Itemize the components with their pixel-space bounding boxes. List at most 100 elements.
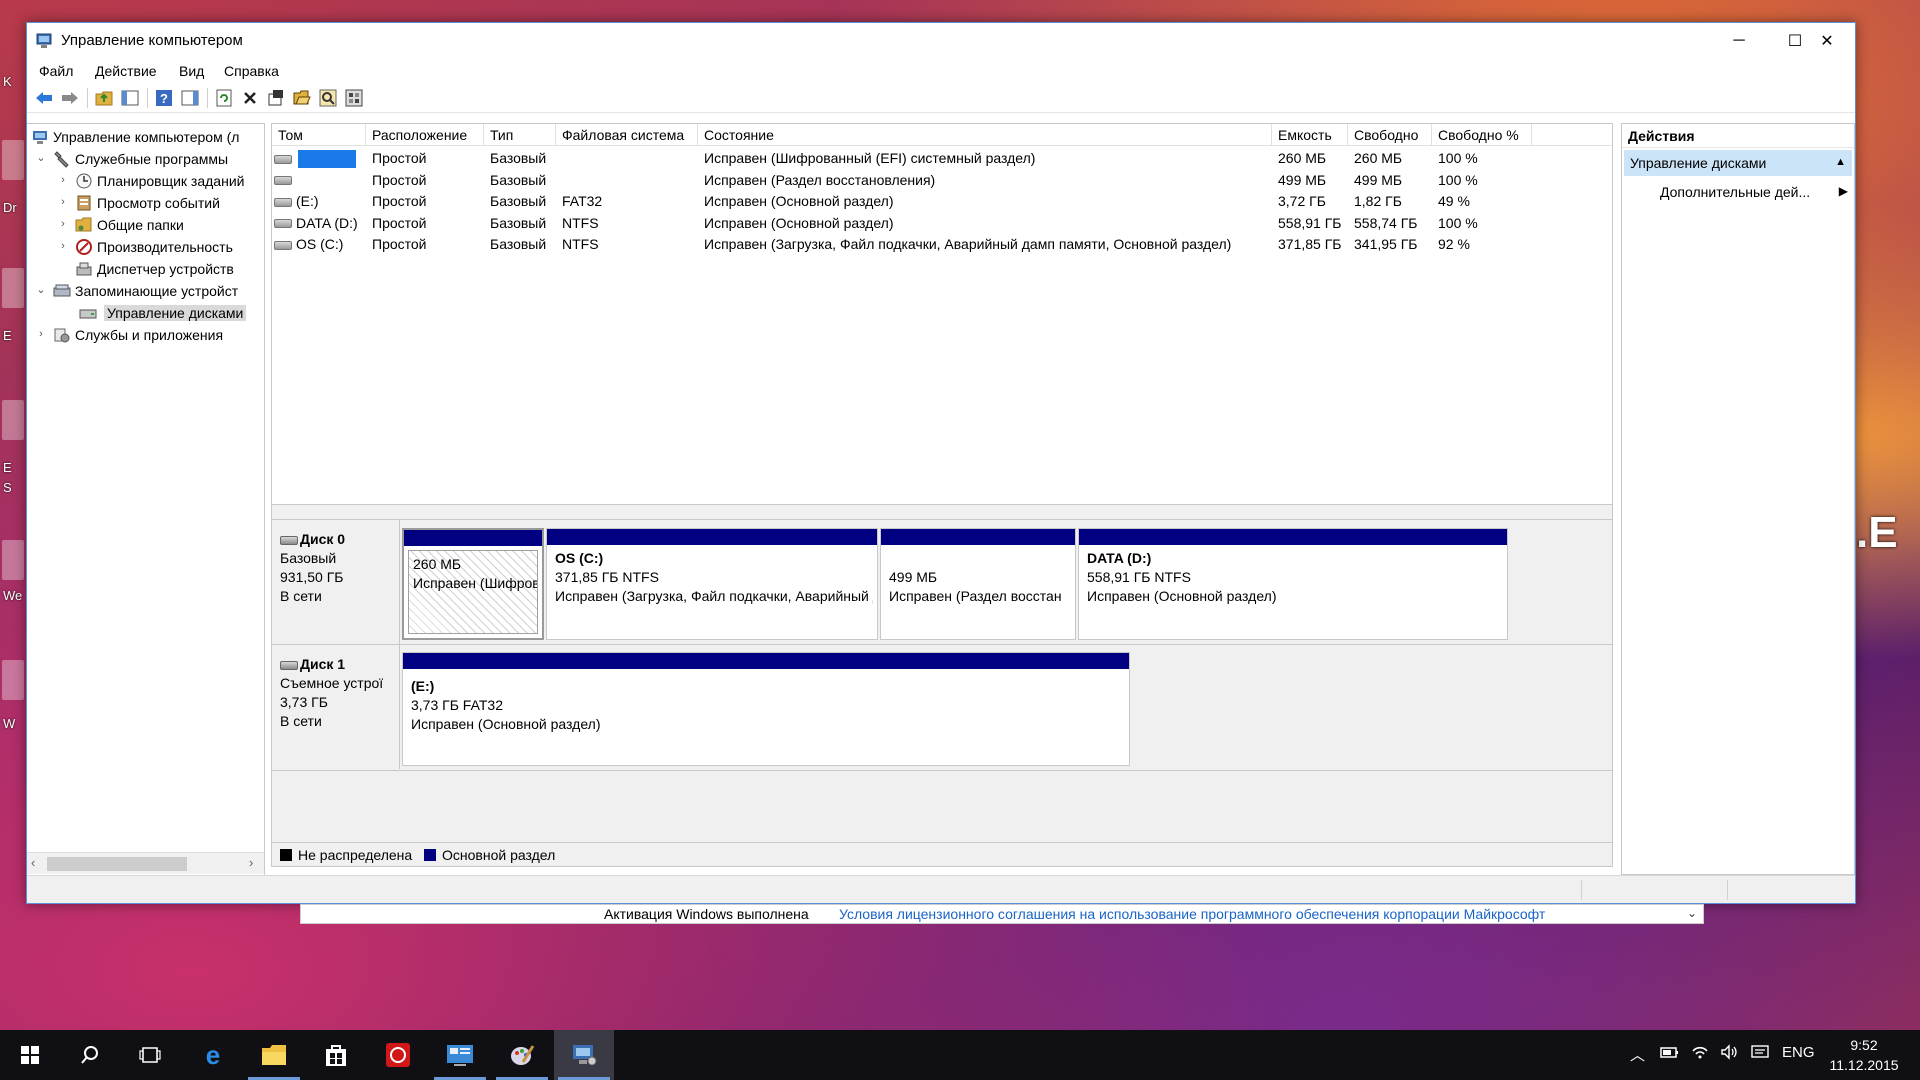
collapse-chevron-icon[interactable]: ⌄ [35, 284, 47, 296]
tree-item-task-scheduler[interactable]: › Планировщик заданий [27, 170, 264, 192]
search-icon [81, 1046, 98, 1064]
desktop-shortcut[interactable] [2, 400, 24, 440]
title-bar[interactable]: Управление компьютером ─ ☐ ✕ [27, 23, 1855, 59]
disk-0-label[interactable]: Диск 0 Базовый 931,50 ГБ В сети [272, 520, 400, 644]
more-actions-item[interactable]: Дополнительные дей... ▶ [1660, 180, 1848, 204]
battery-icon[interactable] [1660, 1044, 1680, 1064]
column-capacity[interactable]: Емкость [1272, 124, 1348, 146]
pane-splitter[interactable] [271, 505, 1613, 519]
file-explorer-taskbar-button[interactable] [244, 1030, 304, 1080]
start-button[interactable] [0, 1030, 60, 1080]
expand-chevron-icon[interactable]: › [57, 218, 69, 230]
wifi-icon[interactable] [1690, 1044, 1710, 1064]
volume-name: DATA (D:) [296, 214, 358, 231]
tree-item-system-tools[interactable]: ⌄ Служебные программы [27, 148, 264, 170]
settings-icon[interactable] [343, 87, 365, 109]
minimize-button[interactable]: ─ [1711, 23, 1767, 59]
control-panel-taskbar-button[interactable] [430, 1030, 490, 1080]
properties-icon[interactable] [265, 87, 287, 109]
computer-management-icon [33, 131, 47, 144]
volume-list-header: Том Расположение Тип Файловая система Со… [272, 124, 1612, 146]
volume-free-cell: 341,95 ГБ [1354, 236, 1418, 252]
activation-text: Активация Windows выполнена [604, 906, 809, 922]
expand-chevron-icon[interactable]: › [57, 196, 69, 208]
partition-data-d[interactable]: DATA (D:) 558,91 ГБ NTFS Исправен (Основ… [1078, 528, 1508, 640]
tree-item-root[interactable]: Управление компьютером (л [27, 126, 264, 148]
tree-item-performance[interactable]: › Производительность [27, 236, 264, 258]
column-free[interactable]: Свободно [1348, 124, 1432, 146]
desktop-shortcut[interactable] [2, 140, 24, 180]
chevron-up-icon[interactable]: ︿ [1630, 1044, 1645, 1065]
column-free-percent[interactable]: Свободно % [1432, 124, 1532, 146]
expand-chevron-icon[interactable]: › [57, 240, 69, 252]
license-terms-link[interactable]: Условия лицензионного соглашения на испо… [839, 906, 1545, 922]
scroll-right-icon[interactable]: › [249, 855, 253, 870]
edge-taskbar-button[interactable]: e [183, 1030, 243, 1080]
volume-row[interactable]: OS (C:) Простой Базовый NTFS Исправен (Загру… [272, 234, 1612, 255]
partition-recovery[interactable]: 499 МБ Исправен (Раздел восстан [880, 528, 1076, 640]
volume-row[interactable]: (E:) Простой Базовый FAT32 Исправен (Основно… [272, 191, 1612, 212]
volume-row[interactable]: DATA (D:) Простой Базовый NTFS Исправен (Осн… [272, 213, 1612, 234]
tree-item-device-manager[interactable]: Диспетчер устройств [27, 258, 264, 280]
volume-row[interactable]: Простой Базовый Исправен (Раздел восстанов… [272, 170, 1612, 191]
clock[interactable]: 9:52 11.12.2015 [1818, 1035, 1910, 1075]
partition-efi[interactable]: 260 МБ Исправен (Шифрованн [402, 528, 544, 640]
collapse-chevron-icon[interactable]: ⌄ [35, 152, 47, 164]
column-status[interactable]: Состояние [698, 124, 1272, 146]
scroll-left-icon[interactable]: ‹ [31, 855, 35, 870]
partition-body: DATA (D:) 558,91 ГБ NTFS Исправен (Основ… [1087, 550, 1277, 604]
actions-section-disk-management[interactable]: Управление дисками ▲ [1624, 150, 1852, 176]
language-indicator[interactable]: ENG [1782, 1044, 1815, 1061]
volume-icon[interactable] [1720, 1044, 1740, 1064]
back-icon[interactable] [33, 87, 55, 109]
task-view-button[interactable] [120, 1030, 180, 1080]
partition-os-c[interactable]: OS (C:) 371,85 ГБ NTFS Исправен (Загрузк… [546, 528, 878, 640]
disk-1-label[interactable]: Диск 1 Съемное устрої 3,73 ГБ В сети [272, 645, 400, 769]
desktop-shortcut[interactable] [2, 540, 24, 580]
toolbar: ? [27, 83, 1855, 113]
expand-chevron-icon[interactable]: › [35, 328, 47, 340]
tree-item-services-apps[interactable]: › Службы и приложения [27, 324, 264, 346]
delete-icon[interactable] [239, 87, 261, 109]
volume-name: OS (C:) [296, 236, 344, 252]
notification-icon[interactable] [1750, 1044, 1770, 1064]
partition-removable-e[interactable]: (E:) 3,73 ГБ FAT32 Исправен (Основной ра… [402, 652, 1130, 766]
search-button[interactable] [60, 1030, 120, 1080]
tree-horizontal-scrollbar[interactable]: ‹ › [27, 852, 264, 874]
column-volume[interactable]: Том [272, 124, 366, 146]
menu-view[interactable]: Вид [179, 63, 204, 79]
column-layout[interactable]: Расположение [366, 124, 484, 146]
tree-item-disk-management[interactable]: Управление дисками [27, 302, 264, 324]
store-taskbar-button[interactable] [306, 1030, 366, 1080]
show-hide-tree-icon[interactable] [119, 87, 141, 109]
help-icon[interactable]: ? [153, 87, 175, 109]
tree-item-event-viewer[interactable]: › Просмотр событий [27, 192, 264, 214]
tree-item-storage[interactable]: ⌄ Запоминающие устройст [27, 280, 264, 302]
close-button[interactable]: ✕ [1799, 23, 1855, 59]
scroll-thumb[interactable] [47, 857, 187, 871]
volume-row[interactable]: Простой Базовый Исправен (Шифрованный (EFI… [272, 148, 1612, 169]
column-type[interactable]: Тип [484, 124, 556, 146]
opera-taskbar-button[interactable] [368, 1030, 428, 1080]
actions-header: Действия [1622, 124, 1854, 148]
desktop-icon-label: We [3, 588, 23, 603]
desktop-shortcut[interactable] [2, 268, 24, 308]
refresh-icon[interactable] [213, 87, 235, 109]
forward-icon[interactable] [59, 87, 81, 109]
collapse-up-icon[interactable]: ▲ [1835, 156, 1846, 168]
show-action-pane-icon[interactable] [179, 87, 201, 109]
paint-taskbar-button[interactable] [492, 1030, 552, 1080]
tree-item-shared-folders[interactable]: › Общие папки [27, 214, 264, 236]
expand-chevron-icon[interactable]: › [57, 174, 69, 186]
menu-help[interactable]: Справка [224, 63, 279, 79]
chevron-down-icon[interactable]: ⌄ [1687, 906, 1697, 920]
up-folder-icon[interactable] [93, 87, 115, 109]
desktop-shortcut[interactable] [2, 660, 24, 700]
search-icon[interactable] [317, 87, 339, 109]
column-file-system[interactable]: Файловая система [556, 124, 698, 146]
open-icon[interactable] [291, 87, 313, 109]
menu-action[interactable]: Действие [95, 63, 157, 79]
menu-file[interactable]: Файл [39, 63, 73, 79]
computer-management-taskbar-button[interactable] [554, 1030, 614, 1080]
volume-type-cell: Базовый [490, 236, 547, 252]
